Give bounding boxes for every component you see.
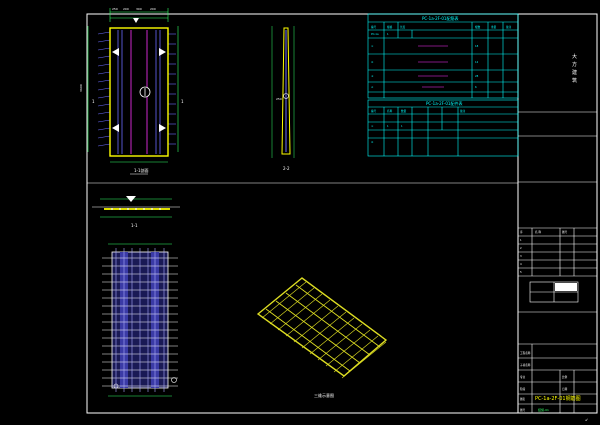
iso-slab-outline [256,277,388,377]
plan-slab-outline [109,27,169,157]
svg-text:规格: 规格 [387,25,393,29]
svg-text:28: 28 [475,74,479,78]
side-section-view: 250 2-2 [271,26,295,171]
svg-text:图号: 图号 [562,230,568,234]
company-name-char-3: 建 [572,69,577,76]
elevation-label: 1-1 [131,223,138,228]
title-block-grid [518,111,597,413]
cad-drawing-canvas[interactable]: 250 200 300 200 3600 1 1 1-1剖面 250 2-2 1… [0,0,600,425]
plan-view: 250 200 300 200 3600 1 1 1-1剖面 [79,7,184,175]
svg-text:数量: 数量 [401,109,407,113]
section-marker-1-right: 1 [181,99,184,104]
sheet-number: 结施-01 [538,407,549,412]
page-corner-marker: ↙ [585,417,588,422]
svg-text:名 称: 名 称 [535,230,541,234]
svg-text:2: 2 [520,246,522,250]
svg-text:1: 1 [387,32,389,36]
svg-text:工程名称: 工程名称 [520,351,531,355]
svg-text:子项名称: 子项名称 [520,363,531,367]
svg-text:比例: 比例 [562,375,568,379]
svg-text:③: ③ [371,75,374,78]
svg-text:①: ① [371,45,374,48]
rebar-table-shape-lines [418,45,448,88]
svg-text:1: 1 [387,124,389,128]
rebar-table-cells: 编号 规格 长度 根数 重量 备注 PC-1a 1 ① ② ③ ④ 18 12 28 6 [371,25,512,89]
svg-text:②: ② [371,61,374,64]
sheet-title: PC-1a-2F-01钢筋图 [535,395,581,402]
svg-text:④: ④ [371,86,374,89]
svg-text:250: 250 [112,7,118,11]
svg-text:300: 300 [136,7,142,11]
iso-longitudinal-bars [265,284,381,372]
svg-text:重量: 重量 [491,25,497,29]
svg-text:1: 1 [401,124,403,128]
plan-rebar-ticks-right [168,33,176,145]
elevation-view: 1-1 [92,196,180,228]
svg-text:5: 5 [520,270,522,274]
svg-text:②: ② [371,141,374,144]
svg-text:专业: 专业 [520,375,526,379]
svg-text:长度: 长度 [400,25,406,29]
rebar-schedule-tables: PC-1a-2F-01配筋表 编号 规格 长度 根数 重量 备注 PC-1a 1 ①②③④… [367,13,519,157]
plan-lifting-points [112,48,166,132]
svg-text:编号: 编号 [371,25,377,29]
svg-text:名称: 名称 [387,109,393,113]
svg-text:序: 序 [520,230,523,234]
company-name-char-1: 大 [572,53,577,60]
isometric-view: 三维示意图 [256,277,388,398]
parts-table [367,99,519,157]
svg-text:根数: 根数 [475,25,481,29]
company-name-char-2: 方 [572,61,577,68]
svg-text:阶段: 阶段 [520,387,526,391]
svg-text:①: ① [371,125,374,128]
svg-text:1: 1 [520,238,522,242]
company-name-char-4: 筑 [572,77,577,84]
rebar-table-title: PC-1a-2F-01配筋表 [422,15,458,21]
key-plan-highlight [555,283,577,291]
title-block: 大 方 建 筑 序名 称图号 123 45 工程名称 子项名称 专业 阶段 图名… [518,53,597,413]
plan-longitudinal-rebars [117,30,161,154]
svg-text:图号: 图号 [520,408,526,412]
title-block-labels: 序名 称图号 123 45 工程名称 子项名称 专业 阶段 图名 图号 比例 日… [520,230,568,412]
svg-text:备注: 备注 [460,109,466,113]
svg-text:12: 12 [475,60,479,64]
svg-text:PC-1a: PC-1a [371,32,379,36]
svg-text:250: 250 [276,97,282,101]
svg-text:3600: 3600 [79,84,83,92]
svg-text:3: 3 [520,254,522,258]
side-section-label: 2-2 [283,166,290,171]
iso-view-label: 三维示意图 [314,392,334,398]
svg-text:日期: 日期 [562,387,568,391]
svg-text:编号: 编号 [371,109,377,113]
plan-view-label: 1-1剖面 [134,167,149,173]
svg-text:4: 4 [520,262,522,266]
plan-rebar-ticks-left [97,31,111,147]
parts-table-title: PC-1a-2F-01配件表 [426,100,462,106]
svg-text:200: 200 [123,7,129,11]
section-marker-1-left: 1 [92,99,95,104]
plan-top-marker [133,18,139,23]
svg-text:18: 18 [475,44,479,48]
plan-dimensions [87,8,179,163]
svg-text:备注: 备注 [506,25,512,29]
rebar-layout-view [102,243,178,397]
svg-text:200: 200 [150,7,156,11]
svg-text:6: 6 [475,85,477,89]
svg-text:图名: 图名 [520,397,526,401]
